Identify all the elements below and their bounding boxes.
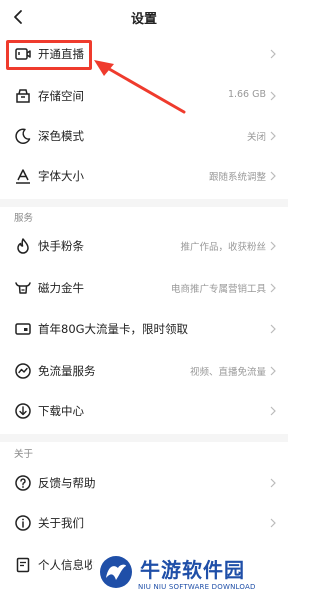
chevron-right-icon	[270, 241, 276, 251]
font-size-value: 跟随系统调整	[208, 172, 266, 183]
annotation-arrow	[94, 60, 186, 114]
section-divider	[0, 434, 288, 442]
chevron-right-icon	[270, 518, 276, 528]
settings-row-free-data[interactable]: 免流量服务 视频、直播免流量	[0, 351, 288, 391]
settings-row-label: 反馈与帮助	[38, 476, 96, 490]
niuniu-logo-icon	[100, 556, 132, 588]
settings-row-data-card[interactable]: 首年80G大流量卡，限时领取	[0, 309, 288, 349]
cili-jinniu-desc: 电商推广专属营销工具	[170, 284, 266, 295]
settings-row-label: 快手粉条	[38, 239, 84, 253]
moon-icon	[15, 128, 31, 144]
settings-row-label: 深色模式	[38, 129, 84, 143]
chevron-right-icon	[270, 49, 276, 59]
settings-row-cili-jinniu[interactable]: 磁力金牛 电商推广专属营销工具	[0, 268, 288, 308]
chevron-right-icon	[270, 366, 276, 376]
settings-row-label: 个人信息收	[38, 558, 96, 572]
section-title-service: 服务	[14, 213, 34, 224]
settings-row-kuaishou-fans[interactable]: 快手粉条 推广作品，收获粉丝	[0, 226, 288, 266]
dark-mode-value: 关闭	[246, 132, 266, 143]
chevron-right-icon	[270, 283, 276, 293]
highlight-box	[6, 40, 92, 70]
chevron-right-icon	[270, 131, 276, 141]
chevron-right-icon	[270, 324, 276, 334]
settings-row-label: 关于我们	[38, 516, 84, 530]
chevron-right-icon	[270, 171, 276, 181]
settings-row-label: 字体大小	[38, 169, 84, 183]
section-divider	[0, 199, 288, 207]
settings-row-download-center[interactable]: 下载中心	[0, 391, 288, 431]
chevron-right-icon	[270, 406, 276, 416]
document-icon	[16, 557, 30, 573]
settings-row-label: 磁力金牛	[38, 281, 84, 295]
settings-row-label: 首年80G大流量卡，限时领取	[38, 322, 189, 336]
settings-row-label: 下载中心	[38, 404, 84, 418]
watermark-text-en: NIU NIU SOFTWARE DOWNLOAD	[138, 583, 256, 591]
info-circle-icon	[15, 515, 31, 531]
section-title-about: 关于	[14, 449, 34, 460]
settings-row-dark-mode[interactable]: 深色模式 关闭	[0, 116, 288, 156]
storage-size-value: 1.66 GB	[227, 89, 266, 100]
storage-box-icon	[16, 89, 30, 103]
bull-icon	[15, 282, 31, 294]
page-title: 设置	[130, 12, 157, 27]
free-data-desc: 视频、直播免流量	[189, 367, 266, 378]
kuaishou-fans-desc: 推广作品，收获粉丝	[180, 242, 266, 253]
font-size-icon	[16, 169, 30, 184]
help-circle-icon	[15, 475, 31, 491]
settings-row-label: 存储空间	[38, 89, 84, 103]
data-flow-icon	[15, 363, 31, 379]
settings-row-feedback[interactable]: 反馈与帮助	[0, 463, 288, 503]
settings-row-label: 免流量服务	[38, 364, 96, 378]
sim-card-icon	[15, 323, 31, 335]
download-circle-icon	[15, 403, 31, 419]
settings-row-font-size[interactable]: 字体大小 跟随系统调整	[0, 156, 288, 196]
top-bar: 设置	[0, 0, 288, 34]
flame-icon	[17, 238, 29, 254]
chevron-right-icon	[270, 91, 276, 101]
settings-row-about-us[interactable]: 关于我们	[0, 503, 288, 543]
watermark-text-cn: 牛游软件园	[140, 558, 245, 582]
watermark: 牛游软件园 NIU NIU SOFTWARE DOWNLOAD	[92, 548, 288, 600]
chevron-right-icon	[270, 478, 276, 488]
